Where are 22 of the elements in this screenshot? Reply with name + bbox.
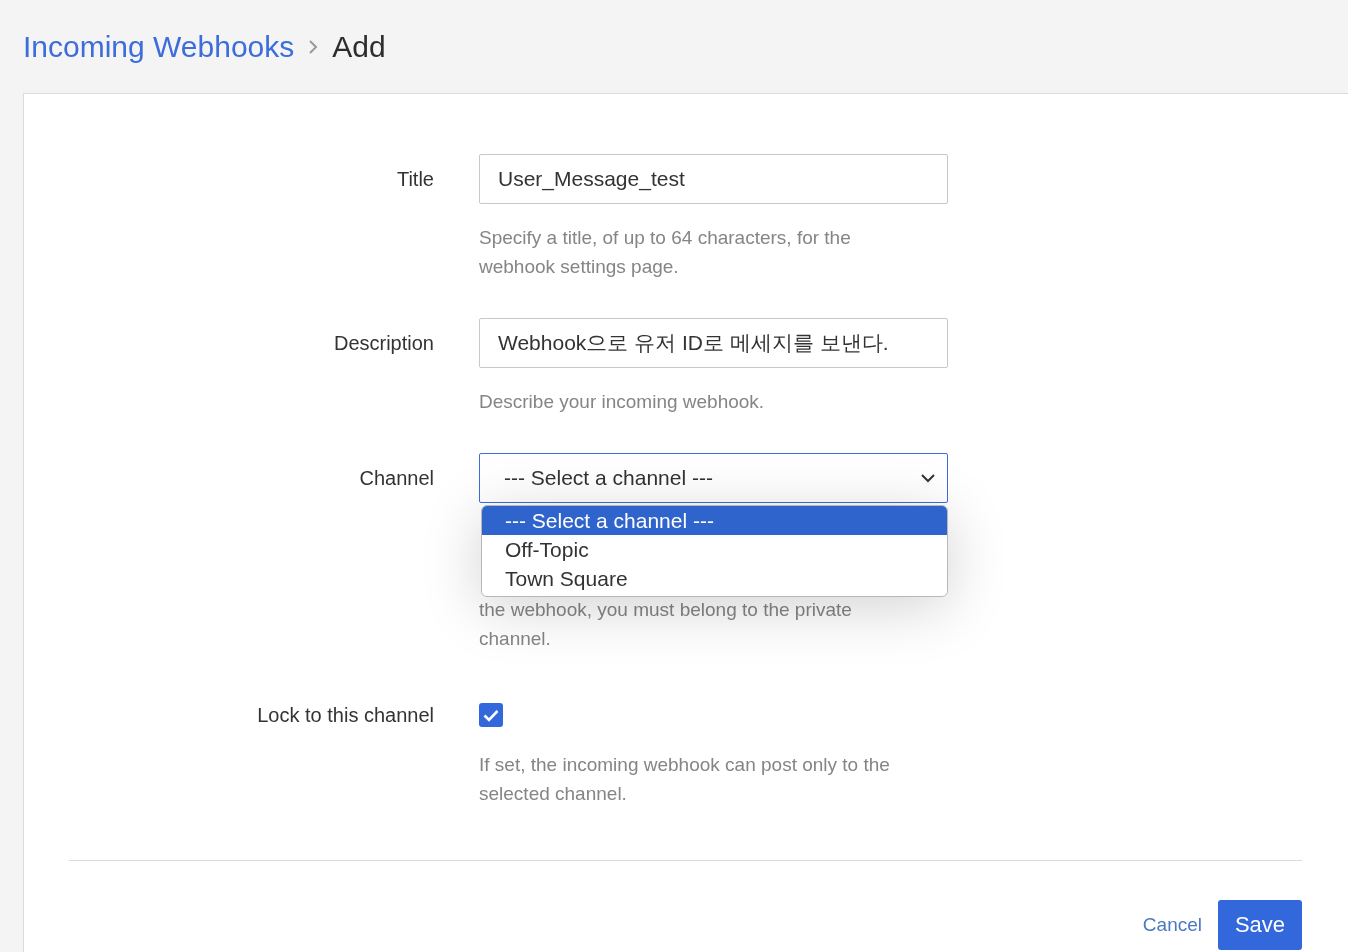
- text-field[interactable]: User_Message_test: [479, 154, 948, 204]
- cancel-link[interactable]: Cancel: [1142, 914, 1202, 936]
- dropdown-option[interactable]: Town Square: [482, 564, 947, 593]
- field-label: Description: [333, 331, 434, 356]
- save-button[interactable]: Save: [1218, 900, 1302, 950]
- checkbox[interactable]: [479, 703, 503, 727]
- chevron-right-icon: [308, 38, 319, 55]
- help-text: Describe your incoming webhook.: [479, 390, 766, 414]
- help-text: the webhook, you must belong to the private channel.: [479, 598, 853, 651]
- channel-select[interactable]: --- Select a channel ---: [479, 453, 948, 503]
- dropdown-option[interactable]: --- Select a channel ---: [482, 506, 947, 535]
- text-field[interactable]: Webhook으로 유저 ID로 메세지를 보낸다.: [479, 318, 948, 368]
- field-label: Lock to this channel: [257, 703, 434, 728]
- chevron-down-icon: [921, 473, 935, 483]
- help-text: If set, the incoming webhook can post only to the selected channel.: [479, 753, 891, 806]
- breadcrumb-link[interactable]: Incoming Webhooks: [23, 29, 295, 64]
- page-title: Add: [332, 29, 386, 64]
- checkmark-icon: [483, 708, 499, 722]
- field-label: Channel: [359, 466, 434, 491]
- field-label: Title: [396, 167, 434, 192]
- help-text: Specify a title, of up to 64 characters, for the webhook settings page.: [479, 226, 852, 279]
- dropdown-option[interactable]: Off-Topic: [482, 535, 947, 564]
